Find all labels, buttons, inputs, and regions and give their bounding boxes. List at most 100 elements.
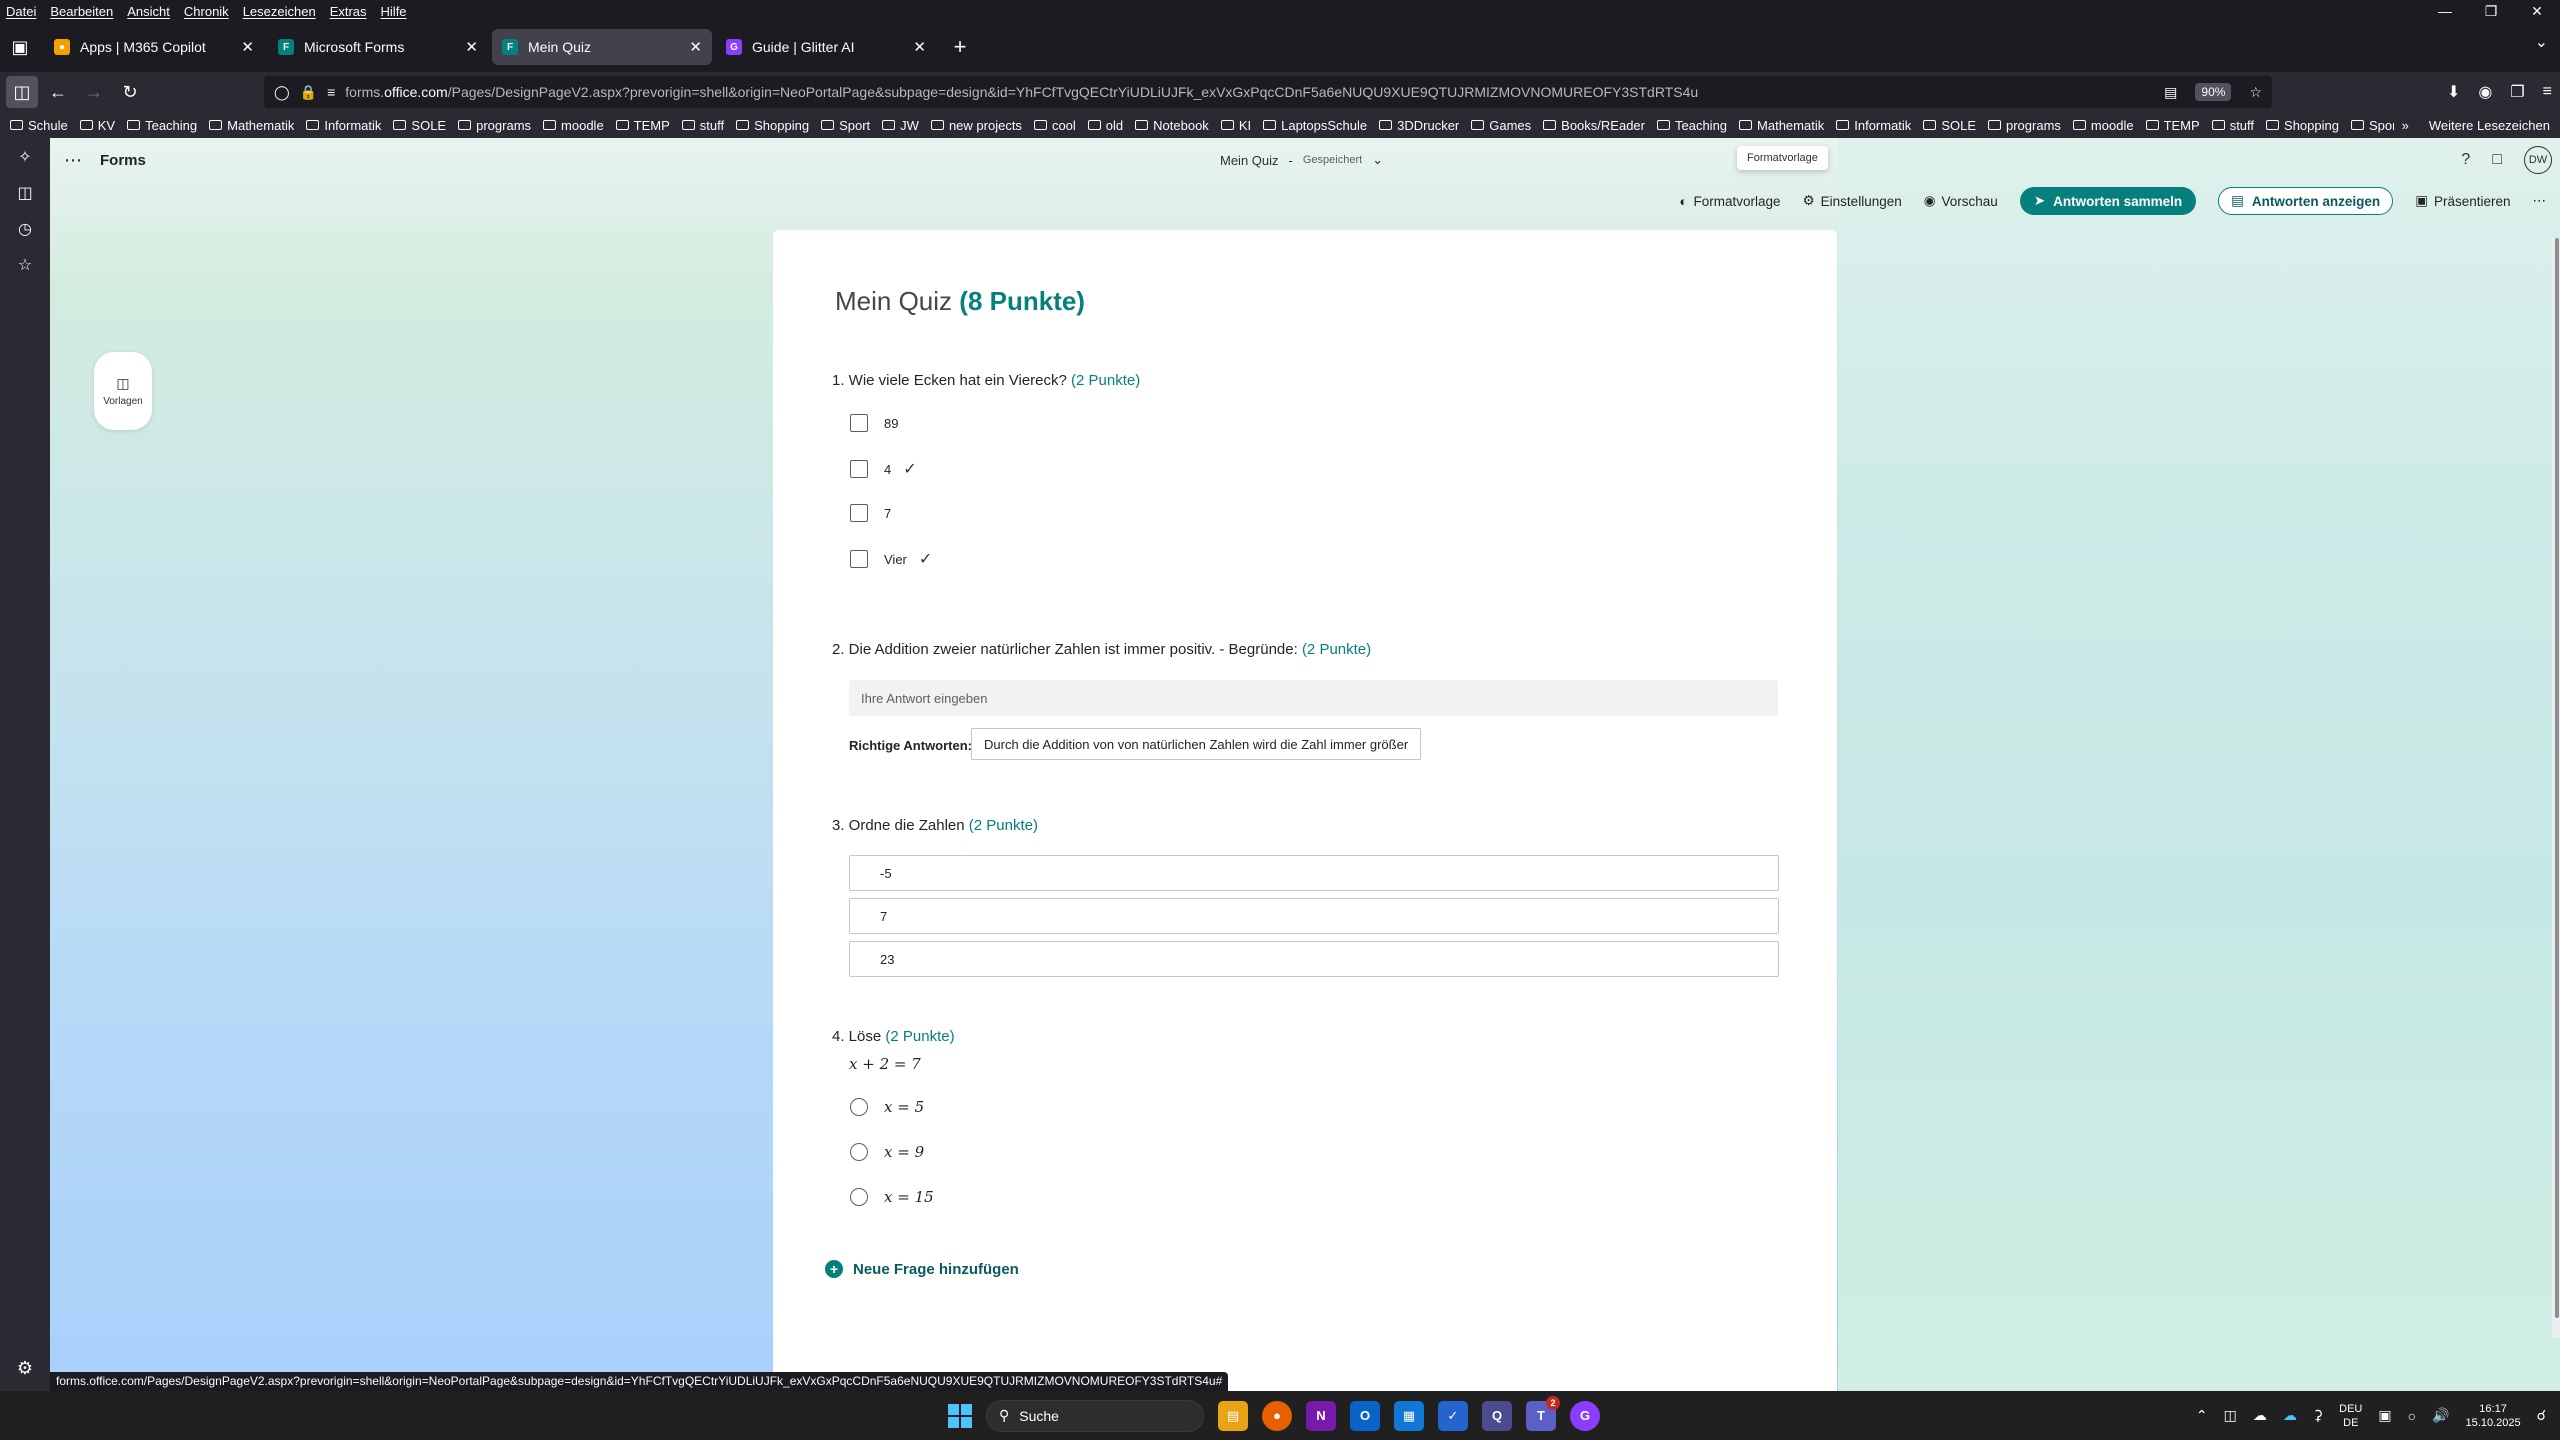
app-launcher-icon[interactable]: ⋯ [64, 150, 82, 171]
teams-tray-icon[interactable]: ◫ [2224, 1407, 2237, 1424]
menu-extras[interactable]: Extras [330, 4, 367, 19]
q1-option-1[interactable]: 89 [850, 414, 898, 432]
menu-ansicht[interactable]: Ansicht [127, 4, 170, 19]
add-question-button[interactable]: + Neue Frage hinzufügen [825, 1260, 1019, 1278]
question-1[interactable]: 1. Wie viele Ecken hat ein Viereck? (2 P… [832, 372, 1140, 389]
bookmark-folder[interactable]: Teaching [127, 118, 197, 133]
bookmark-folder[interactable]: moodle [543, 118, 604, 133]
synced-tabs-icon[interactable]: ◫ [12, 182, 38, 204]
notification-bell-icon[interactable]: ☌ [2537, 1407, 2546, 1424]
hamburger-menu-icon[interactable]: ≡ [2543, 83, 2552, 101]
help-icon[interactable]: ? [2461, 151, 2470, 169]
permissions-icon[interactable]: ≡ [327, 84, 335, 100]
menu-bearbeiten[interactable]: Bearbeiten [50, 4, 113, 19]
sidebar-toggle-button[interactable]: ◫ [6, 76, 38, 108]
bookmark-folder[interactable]: stuff [681, 118, 724, 133]
calendar-icon[interactable]: ▦ [1394, 1400, 1424, 1431]
zoom-level[interactable]: 90% [2195, 83, 2232, 101]
preview-button[interactable]: ◉ Vorschau [1924, 193, 1998, 209]
volume-icon[interactable]: 🔊 [2432, 1407, 2449, 1424]
bookmark-folder[interactable]: moodle [2072, 118, 2134, 133]
forward-button[interactable]: → [78, 76, 110, 108]
bookmark-folder[interactable]: KI [1220, 118, 1251, 133]
settings-button[interactable]: ⚙ Einstellungen [1803, 193, 1902, 209]
menu-datei[interactable]: Datei [6, 4, 36, 19]
bookmark-folder[interactable]: Mathematik [209, 118, 294, 133]
bookmark-folder[interactable]: JW [882, 118, 919, 133]
bookmark-folder[interactable]: Shopping [2266, 118, 2339, 133]
url-bar[interactable]: ◯ 🔒 ≡ forms.office.com/Pages/DesignPageV… [264, 76, 2272, 108]
todo-icon[interactable]: ✓ [1438, 1400, 1468, 1431]
bookmark-folder[interactable]: TEMP [2145, 118, 2200, 133]
tab-list-icon[interactable]: ▣ [0, 27, 40, 67]
clock[interactable]: 16:17 15.10.2025 [2466, 1402, 2521, 1430]
q1-option-4[interactable]: Vier ✓ [850, 549, 932, 569]
quick-assist-icon[interactable]: Q [1482, 1400, 1512, 1431]
bookmark-folder[interactable]: KV [79, 118, 115, 133]
q1-option-2[interactable]: 4 ✓ [850, 459, 917, 479]
chevron-right-icon[interactable]: » [2402, 118, 2409, 133]
file-explorer-icon[interactable]: ▤ [1218, 1400, 1248, 1431]
ranking-item[interactable]: -5 [849, 855, 1779, 891]
question-3[interactable]: 3. Ordne die Zahlen (2 Punkte) [832, 817, 1038, 834]
bookmark-folder[interactable]: cool [1033, 118, 1076, 133]
taskbar-search[interactable]: ⚲ Suche [986, 1399, 1204, 1432]
q4-option-3[interactable]: x = 15 [850, 1188, 934, 1206]
shield-icon[interactable]: ◯ [274, 84, 290, 101]
templates-button[interactable]: ◫ Vorlagen [94, 352, 152, 430]
menu-chronik[interactable]: Chronik [184, 4, 229, 19]
lock-icon[interactable]: 🔒 [300, 84, 317, 101]
firefox-icon[interactable]: ● [1262, 1400, 1292, 1431]
bookmark-folder[interactable]: Informatik [306, 118, 381, 133]
cloud-icon[interactable]: ☁ [2253, 1407, 2267, 1424]
outlook-icon[interactable]: O [1350, 1400, 1380, 1431]
quiz-title[interactable]: Mein Quiz (8 Punkte) [835, 286, 1085, 317]
bookmark-folder[interactable]: LaptopsSchule [1263, 118, 1367, 133]
new-tab-button[interactable]: + [942, 29, 978, 65]
bookmark-folder[interactable]: Books/REader [1543, 118, 1645, 133]
network-icon[interactable]: ○ [2408, 1408, 2416, 1424]
display-icon[interactable]: ▣ [2378, 1407, 2391, 1424]
bookmark-folder[interactable]: Shopping [736, 118, 809, 133]
more-options-icon[interactable]: ⋯ [2533, 193, 2547, 209]
url-text[interactable]: forms.office.com/Pages/DesignPageV2.aspx… [345, 84, 1698, 100]
radio-button[interactable] [850, 1143, 868, 1161]
bookmark-folder[interactable]: SOLE [393, 118, 446, 133]
q1-option-3[interactable]: 7 [850, 504, 891, 522]
chevron-down-icon[interactable]: ⌄ [2535, 32, 2548, 52]
bookmark-folder[interactable]: Games [1471, 118, 1531, 133]
onedrive-icon[interactable]: ☁ [2283, 1407, 2297, 1424]
checkbox[interactable] [850, 550, 868, 568]
radio-button[interactable] [850, 1098, 868, 1116]
onenote-icon[interactable]: N [1306, 1400, 1336, 1431]
view-responses-button[interactable]: ▤ Antworten anzeigen [2218, 187, 2394, 215]
bookmark-folder[interactable]: Sport [821, 118, 870, 133]
close-tab-icon[interactable]: ✕ [689, 38, 702, 56]
bookmarks-star-icon[interactable]: ☆ [12, 254, 38, 276]
account-icon[interactable]: ◉ [2478, 82, 2492, 102]
bookmark-folder[interactable]: 3DDrucker [1379, 118, 1459, 133]
glitter-icon[interactable]: G [1570, 1400, 1600, 1431]
ranking-item[interactable]: 7 [849, 898, 1779, 934]
close-tab-icon[interactable]: ✕ [465, 38, 478, 56]
download-icon[interactable]: ⬇ [2447, 82, 2460, 102]
tab-mein-quiz[interactable]: F Mein Quiz ✕ [492, 29, 712, 65]
feedback-icon[interactable]: □ [2492, 151, 2502, 169]
checkbox[interactable] [850, 414, 868, 432]
forms-app-name[interactable]: Forms [100, 152, 146, 169]
style-button[interactable]: ◐ Formatvorlage [1679, 194, 1780, 209]
restore-button[interactable]: ❐ [2468, 0, 2514, 22]
bookmark-folder[interactable]: Mathematik [1739, 118, 1824, 133]
correct-answer-value[interactable]: Durch die Addition von von natürlichen Z… [971, 728, 1422, 760]
menu-hilfe[interactable]: Hilfe [381, 4, 407, 19]
history-icon[interactable]: ◷ [12, 218, 38, 240]
tab-microsoft-forms[interactable]: F Microsoft Forms ✕ [268, 29, 488, 65]
tab-glitter-ai[interactable]: G Guide | Glitter AI ✕ [716, 29, 936, 65]
bookmark-star-icon[interactable]: ☆ [2249, 84, 2262, 101]
start-button[interactable] [948, 1403, 972, 1428]
extensions-icon[interactable]: ❐ [2510, 82, 2524, 102]
q4-option-1[interactable]: x = 5 [850, 1098, 924, 1116]
minimize-button[interactable]: — [2422, 0, 2468, 22]
bookmark-folder[interactable]: stuff [2211, 118, 2254, 133]
answer-text-field[interactable]: Ihre Antwort eingeben [849, 680, 1778, 716]
